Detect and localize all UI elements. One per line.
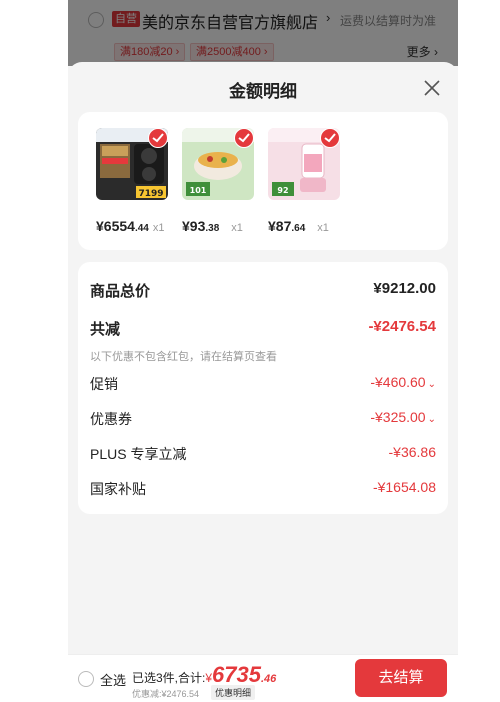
product-item[interactable]: 101 ¥93.38 x1: [182, 128, 268, 238]
product-thumbnail: 92: [268, 128, 340, 200]
product-thumbnail: 7199: [96, 128, 168, 200]
national-subsidy-value: -¥1654.08: [372, 479, 436, 495]
discount-note: 以下优惠不包含红包，请在结算页查看: [90, 351, 277, 363]
product-image-label: 7199: [138, 189, 163, 199]
order-summary: 已选3件,合计:¥6735.46: [132, 662, 276, 688]
total-discount-label: 共减: [90, 321, 121, 338]
total-discount-value: -¥2476.54: [368, 318, 436, 335]
sheet-title: 金额明细: [229, 82, 297, 101]
product-price-int: ¥93: [182, 218, 206, 234]
checkout-bar: 全选 已选3件,合计:¥6735.46 优惠减:¥2476.54 优惠明细 去结…: [68, 654, 458, 702]
price-breakdown-card: 商品总价 ¥9212.00 共减 -¥2476.54 以下优惠不包含红包，请在结…: [78, 262, 448, 514]
coupon-value: -¥325.00: [370, 409, 426, 425]
total-dec: .46: [260, 673, 277, 685]
selected-check-icon: [234, 128, 254, 148]
chevron-down-icon: ⌄: [427, 379, 436, 390]
product-qty: x1: [317, 222, 329, 234]
product-thumbnail: 101: [182, 128, 254, 200]
select-all-label[interactable]: 全选: [100, 670, 126, 689]
chevron-down-icon: ⌄: [427, 414, 436, 425]
selected-check-icon: [148, 128, 168, 148]
coupon-label: 优惠券: [90, 411, 132, 427]
summary-prefix: 已选3件,合计:: [132, 671, 206, 685]
discount-detail-link[interactable]: 优惠明细: [211, 685, 256, 700]
overlay-dim[interactable]: [68, 0, 458, 66]
product-price: ¥93.38 x1: [182, 218, 272, 236]
plus-discount-row: PLUS 专享立减 -¥36.86: [90, 444, 436, 466]
amount-detail-sheet: 金额明细 7199 ¥6554.44 x1 101 ¥93.38 x1 92 ¥…: [68, 62, 458, 702]
plus-discount-value: -¥36.86: [388, 444, 436, 460]
product-price: ¥87.64 x1: [268, 218, 358, 236]
product-price: ¥6554.44 x1: [96, 218, 186, 236]
select-all-radio[interactable]: [78, 671, 94, 687]
promotion-value: -¥460.60: [370, 374, 426, 390]
goods-total-label: 商品总价: [90, 283, 151, 300]
promotion-row[interactable]: 促销 -¥460.60 ⌄: [90, 374, 436, 396]
product-price-int: ¥87: [268, 218, 292, 234]
product-price-dec: .38: [205, 223, 220, 234]
goods-total-row: 商品总价 ¥9212.00: [90, 280, 436, 302]
national-subsidy-label: 国家补贴: [90, 481, 146, 497]
products-card: 7199 ¥6554.44 x1 101 ¥93.38 x1 92 ¥87.64…: [78, 112, 448, 250]
plus-discount-label: PLUS 专享立减: [90, 446, 187, 462]
selected-check-icon: [320, 128, 340, 148]
checkout-button[interactable]: 去结算: [355, 659, 447, 697]
close-icon[interactable]: [420, 76, 444, 100]
product-qty: x1: [152, 222, 165, 234]
total-discount-row: 共减 -¥2476.54: [90, 318, 436, 340]
product-price-int: ¥6554: [96, 218, 135, 234]
product-qty: x1: [231, 222, 243, 234]
promotion-label: 促销: [90, 376, 118, 392]
product-item[interactable]: 92 ¥87.64 x1: [268, 128, 354, 238]
product-price-dec: .44: [134, 223, 149, 234]
product-image-label: 101: [190, 186, 207, 195]
product-price-dec: .64: [291, 223, 306, 234]
national-subsidy-row: 国家补贴 -¥1654.08: [90, 479, 436, 501]
product-image-label: 92: [277, 186, 288, 195]
saved-amount: 优惠减:¥2476.54: [132, 689, 200, 699]
total-int: 6735: [212, 662, 261, 687]
phone-screen: 自营 美的京东自营官方旗舰店 › 运费以结算时为准 满180减20 › 满250…: [68, 0, 458, 702]
coupon-row[interactable]: 优惠券 -¥325.00 ⌄: [90, 409, 436, 431]
goods-total-value: ¥9212.00: [373, 280, 436, 297]
product-item[interactable]: 7199 ¥6554.44 x1: [96, 128, 182, 238]
